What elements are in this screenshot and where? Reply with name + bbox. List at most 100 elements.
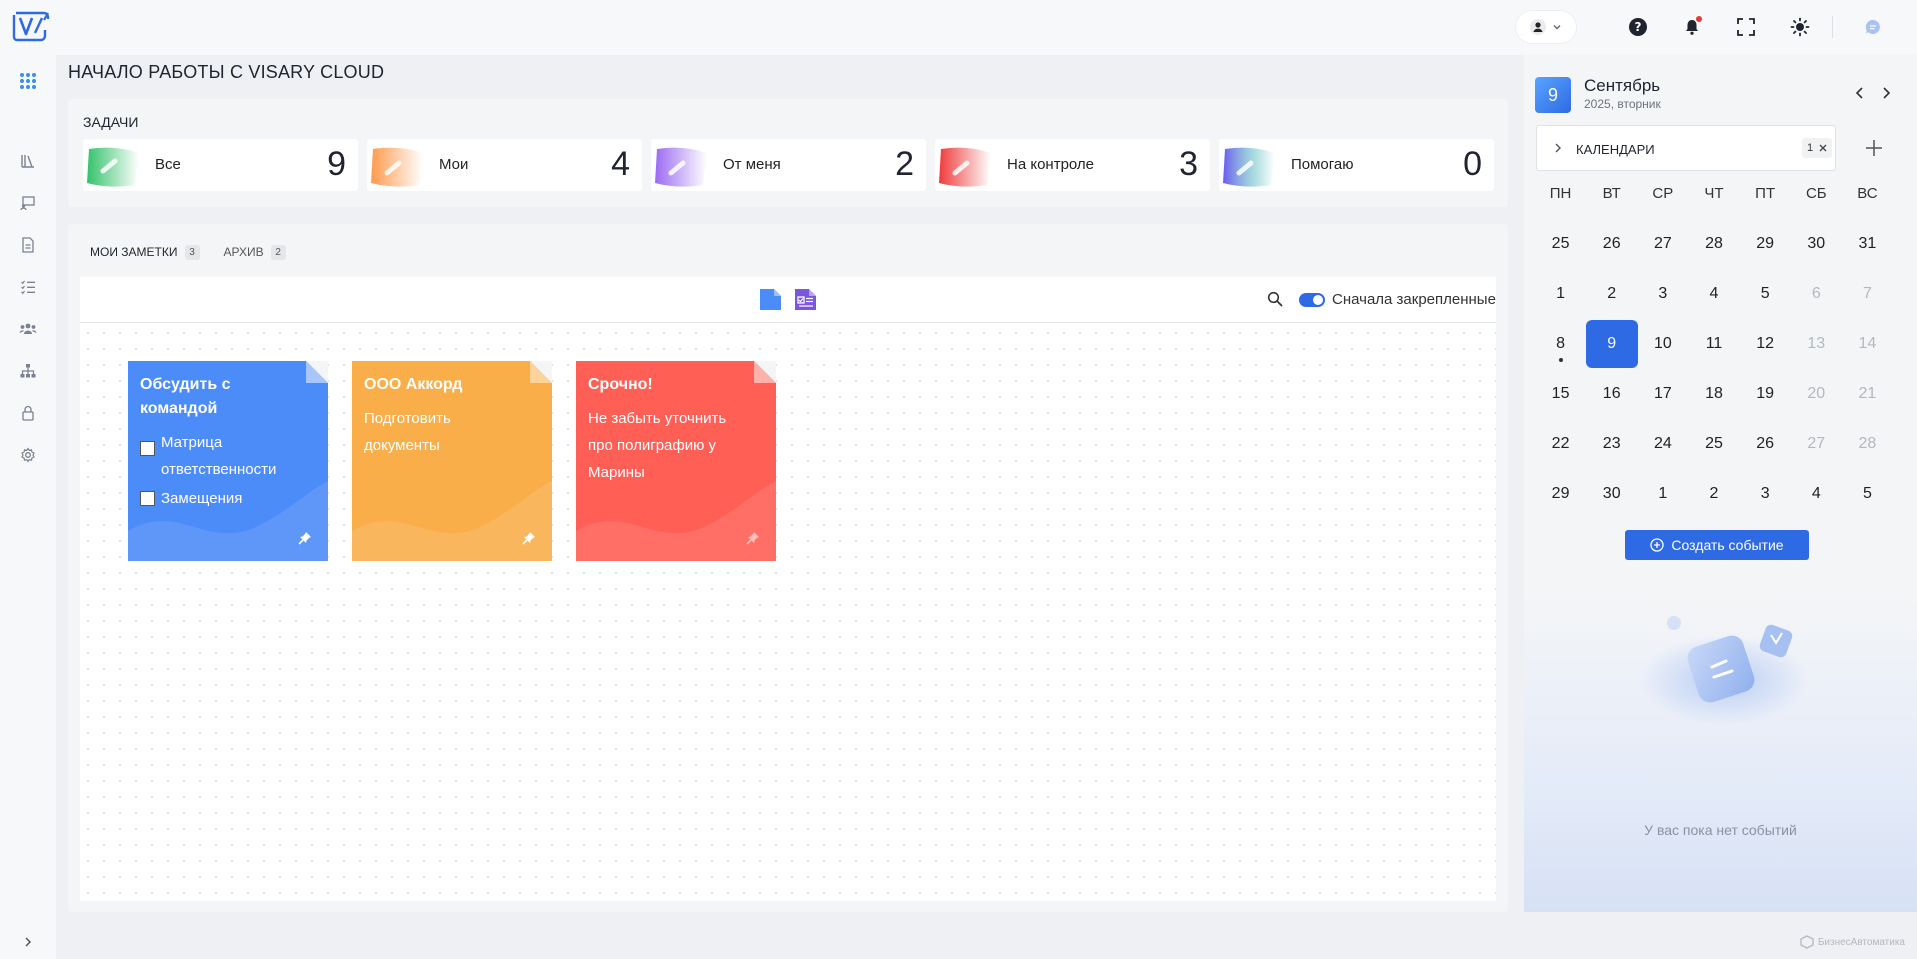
sidebar-item-library[interactable] — [18, 151, 38, 171]
pin-icon[interactable] — [298, 531, 312, 545]
task-label: Все — [155, 156, 181, 173]
calendar-day[interactable]: 18 — [1688, 370, 1740, 418]
calendar-day[interactable]: 29 — [1739, 220, 1791, 268]
empty-events-area: У вас пока нет событий — [1524, 595, 1917, 912]
pin-icon[interactable] — [522, 531, 536, 545]
tab-archive[interactable]: АРХИВ 2 — [224, 241, 286, 263]
notifications-button[interactable] — [1678, 13, 1706, 41]
sidebar-item-tasks[interactable] — [18, 277, 38, 297]
calendar-day-number: 7 — [1862, 285, 1872, 302]
chevron-right-icon[interactable] — [1878, 85, 1894, 101]
calendar-day-number: 4 — [1811, 485, 1821, 502]
calendar-day[interactable]: 2 — [1688, 470, 1740, 518]
calendar-day-today[interactable]: 9 — [1585, 320, 1638, 368]
calendar-day-number: 28 — [1858, 435, 1877, 452]
calendar-day[interactable]: 28 — [1841, 420, 1893, 468]
calendar-day[interactable]: 30 — [1586, 470, 1638, 518]
search-icon[interactable] — [1266, 290, 1284, 308]
calendar-day[interactable]: 3 — [1739, 470, 1791, 518]
calendar-day[interactable]: 1 — [1535, 270, 1587, 318]
calendar-day[interactable]: 21 — [1841, 370, 1893, 418]
calendar-day[interactable]: 4 — [1688, 270, 1740, 318]
sidebar-item-security[interactable] — [18, 403, 38, 423]
calendar-day[interactable]: 2 — [1586, 270, 1638, 318]
calendar-day[interactable]: 29 — [1535, 470, 1587, 518]
add-checklist-icon[interactable] — [793, 287, 818, 312]
calendar-day[interactable]: 5 — [1739, 270, 1791, 318]
task-filter-control[interactable]: На контроле 3 — [935, 139, 1210, 191]
calendar-day[interactable]: 24 — [1637, 420, 1689, 468]
calendar-day[interactable]: 25 — [1688, 420, 1740, 468]
chat-button[interactable] — [1859, 13, 1887, 41]
pin-icon[interactable] — [746, 531, 760, 545]
calendar-day[interactable]: 23 — [1586, 420, 1638, 468]
checkbox[interactable] — [140, 441, 155, 456]
calendar-day[interactable]: 15 — [1535, 370, 1587, 418]
calendar-day-number: 23 — [1602, 435, 1621, 452]
add-calendar-icon[interactable] — [1865, 139, 1883, 157]
calendar-day[interactable]: 11 — [1688, 320, 1740, 368]
calendars-selector[interactable]: КАЛЕНДАРИ 1 — [1536, 125, 1836, 171]
fullscreen-icon — [1737, 18, 1755, 36]
page-title: НАЧАЛО РАБОТЫ С VISARY CLOUD — [68, 62, 385, 82]
task-filter-from-me[interactable]: От меня 2 — [651, 139, 926, 191]
calendar-grid: 25 26 27 28 29 30 31 1 2 3 4 5 6 7 8 9 10 11 12 13 14 15 16 17 1… — [1535, 220, 1893, 520]
tab-my-notes[interactable]: МОИ ЗАМЕТКИ 3 — [90, 241, 200, 263]
calendar-day[interactable]: 26 — [1586, 220, 1638, 268]
sidebar-item-board[interactable] — [18, 193, 38, 213]
calendar-day[interactable]: 3 — [1637, 270, 1689, 318]
calendar-day[interactable]: 22 — [1535, 420, 1587, 468]
calendar-day[interactable]: 4 — [1790, 470, 1842, 518]
sidebar-expand-button[interactable] — [18, 932, 38, 952]
note-card[interactable]: Обсудить с командой Матрица ответственно… — [128, 361, 328, 561]
calendar-day[interactable]: 27 — [1637, 220, 1689, 268]
chevron-left-icon[interactable] — [1852, 85, 1868, 101]
fullscreen-button[interactable] — [1732, 13, 1760, 41]
calendar-day[interactable]: 26 — [1739, 420, 1791, 468]
calendar-day[interactable]: 30 — [1790, 220, 1842, 268]
calendar-day[interactable]: 5 — [1841, 470, 1893, 518]
close-icon[interactable] — [1819, 144, 1827, 152]
calendar-day[interactable]: 7 — [1841, 270, 1893, 318]
theme-toggle-button[interactable] — [1786, 13, 1814, 41]
calendar-day[interactable]: 28 — [1688, 220, 1740, 268]
calendar-day[interactable]: 8 — [1535, 320, 1587, 368]
sidebar-item-settings[interactable] — [18, 445, 38, 465]
note-card[interactable]: ООО Аккорд Подготовить документы — [352, 361, 552, 561]
apps-menu-button[interactable] — [18, 71, 38, 91]
sidebar-item-users[interactable] — [18, 319, 38, 339]
task-filter-helping[interactable]: Помогаю 0 — [1219, 139, 1494, 191]
sidebar-item-documents[interactable] — [18, 235, 38, 255]
calendar-day[interactable]: 27 — [1790, 420, 1842, 468]
calendar-day[interactable]: 25 — [1535, 220, 1587, 268]
calendar-day[interactable]: 13 — [1790, 320, 1842, 368]
task-filter-mine[interactable]: Мои 4 — [367, 139, 642, 191]
calendar-day[interactable]: 19 — [1739, 370, 1791, 418]
add-note-icon[interactable] — [758, 287, 783, 312]
task-filter-all[interactable]: Все 9 — [83, 139, 358, 191]
note-checklist-item[interactable]: Замещения — [140, 485, 242, 512]
calendar-day[interactable]: 6 — [1790, 270, 1842, 318]
tasks-from-me-icon — [655, 147, 707, 187]
note-checklist-item[interactable]: Матрица ответственности — [140, 429, 320, 483]
calendar-day[interactable]: 10 — [1637, 320, 1689, 368]
create-event-button[interactable]: Создать событие — [1625, 530, 1809, 560]
empty-calendar-illustration — [1639, 616, 1809, 725]
checkbox[interactable] — [140, 491, 155, 506]
calendar-day[interactable]: 1 — [1637, 470, 1689, 518]
calendar-day[interactable]: 20 — [1790, 370, 1842, 418]
calendar-day[interactable]: 16 — [1586, 370, 1638, 418]
visary-logo[interactable] — [11, 10, 51, 42]
help-button[interactable]: ? — [1624, 13, 1652, 41]
checklist-text: Замещения — [161, 490, 243, 507]
pinned-first-toggle[interactable] — [1299, 293, 1325, 307]
tab-count: 2 — [270, 244, 286, 260]
calendar-day[interactable]: 12 — [1739, 320, 1791, 368]
calendar-day[interactable]: 31 — [1841, 220, 1893, 268]
calendar-day[interactable]: 14 — [1841, 320, 1893, 368]
users-icon — [19, 323, 37, 334]
calendar-day[interactable]: 17 — [1637, 370, 1689, 418]
sidebar-item-structure[interactable] — [18, 361, 38, 381]
note-card[interactable]: Срочно! Не забыть уточнить про полиграфи… — [576, 361, 776, 561]
user-menu[interactable] — [1516, 11, 1576, 43]
